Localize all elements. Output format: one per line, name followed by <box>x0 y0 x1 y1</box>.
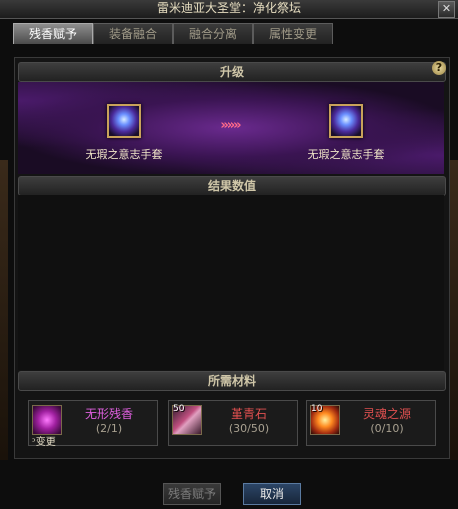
close-icon[interactable]: ✕ <box>438 1 455 18</box>
materials-header-label: 所需材料 <box>207 374 256 388</box>
result-header-label: 结果数值 <box>207 179 256 193</box>
material-name: 堇青石 <box>230 407 267 421</box>
right-frame-decoration <box>450 160 458 460</box>
target-item-icon[interactable] <box>329 104 363 138</box>
material-count: (30/50) <box>228 422 270 435</box>
result-values-area <box>18 195 444 370</box>
material-slot-soul-source[interactable]: 10 灵魂之源 (0/10) <box>306 400 436 446</box>
cancel-button[interactable]: 取消 <box>243 483 301 505</box>
target-item-name: 无瑕之意志手套 <box>307 148 385 161</box>
material-badge: 10 <box>311 404 323 414</box>
result-header: 结果数值 <box>18 176 446 196</box>
window-title: 雷米迪亚大圣堂：净化祭坛 <box>156 1 301 15</box>
left-frame-decoration <box>0 160 8 460</box>
tab-attribute-change[interactable]: 属性变更 <box>253 23 333 44</box>
upgrade-header-label: 升级 <box>219 65 244 79</box>
tab-scent-infusion[interactable]: 残香赋予 <box>13 23 93 44</box>
upgrade-arrow-icon: »»» <box>220 118 241 133</box>
change-link[interactable]: ᵓ变更 <box>32 433 56 448</box>
window-title-bar: 雷米迪亚大圣堂：净化祭坛 <box>0 0 458 19</box>
tab-fusion-separation[interactable]: 融合分离 <box>173 23 253 44</box>
material-count: (0/10) <box>370 422 404 435</box>
material-badge: 50 <box>173 404 185 414</box>
material-count: (2/1) <box>95 422 123 435</box>
materials-header: 所需材料 <box>18 371 446 391</box>
material-name: 无形残香 <box>84 407 133 421</box>
formless-scent-icon <box>32 405 62 435</box>
help-icon[interactable]: ? <box>432 61 446 75</box>
scent-infusion-button[interactable]: 残香赋予 <box>163 483 221 505</box>
upgrade-header: 升级 <box>18 62 446 82</box>
source-item-name: 无瑕之意志手套 <box>85 148 163 161</box>
material-name: 灵魂之源 <box>362 407 411 421</box>
material-slot-formless-scent[interactable]: 无形残香 (2/1) ᵓ变更 <box>28 400 158 448</box>
material-slot-cordierite[interactable]: 50 堇青石 (30/50) <box>168 400 298 446</box>
source-item-icon[interactable] <box>107 104 141 138</box>
tab-equipment-fusion[interactable]: 装备融合 <box>93 23 173 44</box>
